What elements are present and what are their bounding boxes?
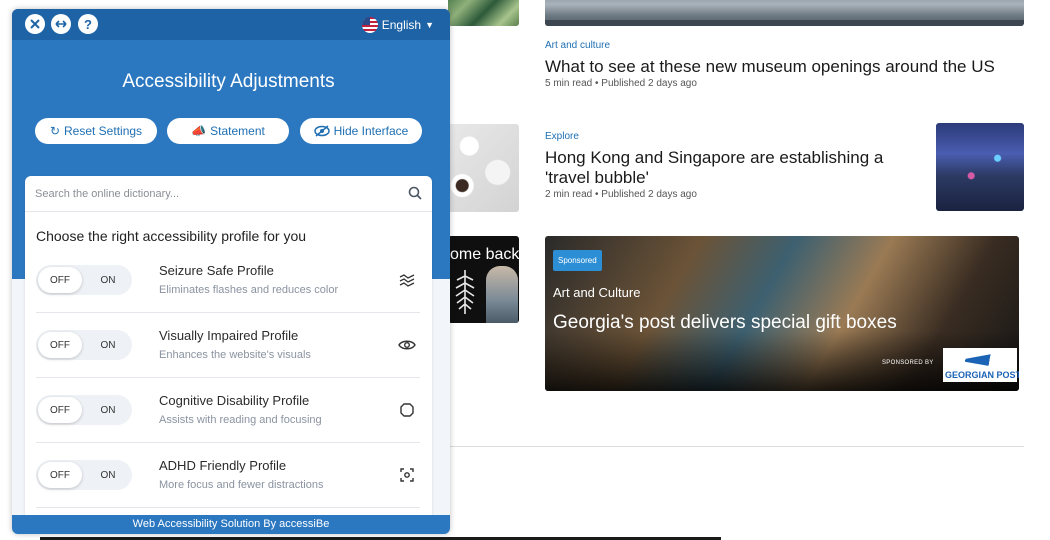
close-icon xyxy=(30,19,40,29)
person-photo xyxy=(486,266,518,323)
us-flag-icon xyxy=(361,17,378,33)
panel-title: Accessibility Adjustments xyxy=(122,71,335,92)
profile-name: Cognitive Disability Profile xyxy=(159,393,310,408)
profiles-card: Choose the right accessibility profile f… xyxy=(25,176,432,521)
dictionary-search-input[interactable] xyxy=(35,185,395,203)
sponsored-title[interactable]: Georgia's post delivers special gift box… xyxy=(553,312,897,334)
profiles-heading: Choose the right accessibility profile f… xyxy=(36,228,307,244)
article-image-food[interactable] xyxy=(448,124,519,212)
sponsored-badge: Sponsored xyxy=(553,250,602,271)
hide-interface-button[interactable]: Hide Interface xyxy=(300,118,422,144)
sponsored-card[interactable]: Sponsored Art and Culture Georgia's post… xyxy=(545,236,1019,391)
dictionary-search xyxy=(25,176,432,212)
logo-text: GEORGIAN POST xyxy=(945,370,1019,380)
article-category[interactable]: Explore xyxy=(545,131,579,142)
panel-footer[interactable]: Web Accessibility Solution By accessiBe xyxy=(12,515,450,534)
bird-icon xyxy=(957,352,1003,366)
toggle-off[interactable]: OFF xyxy=(38,397,82,423)
close-button[interactable] xyxy=(25,14,45,34)
accessibility-panel: ? English ▼ Accessibility Adjustments ↻ … xyxy=(12,9,450,534)
georgian-post-logo[interactable]: GEORGIAN POST xyxy=(943,348,1019,382)
article-headline[interactable]: Hong Kong and Singapore are establishing… xyxy=(545,148,925,188)
profile-name: ADHD Friendly Profile xyxy=(159,458,287,473)
eye-slash-icon xyxy=(313,125,330,137)
button-label: Statement xyxy=(210,124,265,138)
profile-name: Seizure Safe Profile xyxy=(159,263,274,278)
headline-line: Hong Kong and Singapore are establishing… xyxy=(545,148,884,167)
profile-seizure-safe: OFF ON Seizure Safe Profile Eliminates f… xyxy=(36,249,420,313)
language-label: English xyxy=(381,18,422,32)
eye-icon xyxy=(398,336,416,354)
article-image-building[interactable] xyxy=(545,0,1024,26)
sponsored-category: Art and Culture xyxy=(553,285,641,300)
help-button[interactable]: ? xyxy=(78,14,98,34)
profile-toggle[interactable]: OFF ON xyxy=(36,395,132,425)
headline-line: 'travel bubble' xyxy=(545,168,649,187)
article-image-landscape[interactable] xyxy=(448,0,519,26)
toggle-on[interactable]: ON xyxy=(86,397,130,423)
horizontal-arrows-icon xyxy=(55,20,67,28)
profile-adhd-friendly: OFF ON ADHD Friendly Profile More focus … xyxy=(36,444,420,508)
question-icon: ? xyxy=(84,16,92,32)
profile-visually-impaired: OFF ON Visually Impaired Profile Enhance… xyxy=(36,314,420,378)
sponsored-by-label: SPONSORED BY xyxy=(882,360,934,366)
profile-description: More focus and fewer distractions xyxy=(159,479,324,491)
section-divider xyxy=(450,446,1024,447)
statement-button[interactable]: 📣 Statement xyxy=(167,118,289,144)
article-meta: 5 min read • Published 2 days ago xyxy=(545,78,697,89)
profile-description: Eliminates flashes and reduces color xyxy=(159,284,339,296)
profile-cognitive-disability: OFF ON Cognitive Disability Profile Assi… xyxy=(36,379,420,443)
promo-text: ome back xyxy=(450,246,519,263)
profile-toggle[interactable]: OFF ON xyxy=(36,265,132,295)
profile-description: Enhances the website's visuals xyxy=(159,349,311,361)
move-panel-button[interactable] xyxy=(51,14,71,34)
button-label: Reset Settings xyxy=(64,124,143,138)
promo-image-new-zealand[interactable]: ome back xyxy=(448,236,519,323)
focus-icon xyxy=(398,466,416,484)
toggle-off[interactable]: OFF xyxy=(38,462,82,488)
refresh-icon: ↻ xyxy=(49,124,60,138)
panel-topbar: ? English ▼ xyxy=(12,9,450,40)
chevron-down-icon: ▼ xyxy=(425,20,434,30)
reset-settings-button[interactable]: ↻ Reset Settings xyxy=(35,118,157,144)
language-selector[interactable]: English ▼ xyxy=(361,17,434,33)
page: Art and culture What to see at these new… xyxy=(0,0,1050,540)
profile-toggle[interactable]: OFF ON xyxy=(36,330,132,360)
article-image-hong-kong[interactable] xyxy=(936,123,1024,211)
search-icon[interactable] xyxy=(408,186,422,200)
toggle-off[interactable]: OFF xyxy=(38,332,82,358)
button-label: Hide Interface xyxy=(333,124,409,138)
article-meta: 2 min read • Published 2 days ago xyxy=(545,189,697,200)
toggle-on[interactable]: ON xyxy=(86,267,130,293)
zigzag-icon xyxy=(398,271,416,289)
fern-icon xyxy=(452,270,478,315)
octagon-icon xyxy=(398,401,416,419)
toggle-off[interactable]: OFF xyxy=(38,267,82,293)
article-headline[interactable]: What to see at these new museum openings… xyxy=(545,57,1015,77)
megaphone-icon: 📣 xyxy=(191,124,207,138)
toggle-on[interactable]: ON xyxy=(86,462,130,488)
profile-name: Visually Impaired Profile xyxy=(159,328,299,343)
profile-description: Assists with reading and focusing xyxy=(159,414,322,426)
toggle-on[interactable]: ON xyxy=(86,332,130,358)
article-category[interactable]: Art and culture xyxy=(545,40,610,51)
profile-toggle[interactable]: OFF ON xyxy=(36,460,132,490)
